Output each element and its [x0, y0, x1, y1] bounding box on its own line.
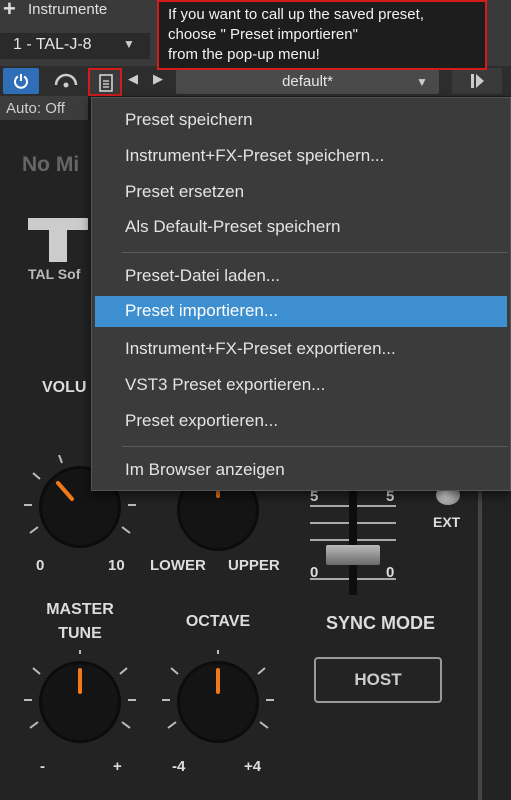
arrow-right-bar-icon — [471, 74, 484, 88]
preset-context-menu: Preset speichern Instrument+FX-Preset sp… — [91, 97, 511, 491]
menu-item-export-vst3-preset[interactable]: VST3 Preset exportieren... — [95, 370, 507, 401]
preset-name: default* — [282, 73, 333, 90]
upper-label: UPPER — [228, 557, 280, 574]
master-tune-min: - — [40, 758, 45, 775]
menu-item-label: VST3 Preset exportieren... — [125, 375, 326, 394]
menu-item-label: Im Browser anzeigen — [125, 460, 285, 479]
volume-min: 0 — [36, 557, 45, 574]
slider-track — [349, 490, 357, 595]
menu-item-label: Als Default-Preset speichern — [125, 217, 341, 236]
menu-separator — [122, 252, 508, 253]
menu-item-save-default-preset[interactable]: Als Default-Preset speichern — [95, 212, 507, 243]
host-label: HOST — [354, 670, 402, 689]
sidechain-icon — [54, 73, 78, 88]
menu-item-show-in-browser[interactable]: Im Browser anzeigen — [95, 455, 507, 486]
instrument-name: 1 - TAL-J-8 — [13, 36, 92, 53]
octave-max: +4 — [244, 758, 262, 775]
panel-divider — [478, 490, 482, 800]
menu-item-label: Preset speichern — [125, 110, 253, 129]
menu-item-import-preset[interactable]: Preset importieren... — [95, 296, 507, 327]
menu-item-export-instrument-fx-preset[interactable]: Instrument+FX-Preset exportieren... — [95, 334, 507, 365]
menu-item-label: Preset importieren... — [125, 301, 279, 320]
tal-logo — [28, 218, 88, 262]
tune-label: TUNE — [58, 625, 102, 642]
menu-item-export-preset[interactable]: Preset exportieren... — [95, 406, 507, 437]
power-icon — [14, 74, 28, 89]
octave-knob[interactable] — [162, 650, 274, 750]
menu-item-replace-preset[interactable]: Preset ersetzen — [95, 177, 507, 208]
master-tune-knob[interactable] — [24, 650, 136, 750]
instruments-label: Instrumente — [28, 1, 108, 18]
document-icon — [99, 74, 113, 92]
slider-scale-bottom-left: 0 — [310, 564, 319, 581]
lower-label: LOWER — [150, 557, 206, 574]
tooltip-line: choose " Preset importieren" — [168, 26, 358, 43]
ext-label: EXT — [433, 514, 461, 530]
instruction-tooltip: If you want to call up the saved preset,… — [157, 0, 487, 70]
master-tune-max: + — [113, 758, 122, 775]
preset-menu-button[interactable] — [88, 68, 122, 96]
sidechain-button[interactable] — [48, 68, 84, 94]
menu-item-label: Preset ersetzen — [125, 182, 245, 201]
menu-item-label: Preset exportieren... — [125, 411, 279, 430]
expand-button[interactable] — [452, 68, 502, 94]
menu-separator — [122, 446, 508, 447]
chevron-down-icon[interactable]: ▼ — [123, 37, 135, 51]
menu-item-label: Instrument+FX-Preset speichern... — [125, 146, 385, 165]
preset-selector[interactable]: default* ▼ — [176, 70, 439, 94]
tooltip-line: If you want to call up the saved preset, — [168, 6, 424, 23]
menu-item-load-preset-file[interactable]: Preset-Datei laden... — [95, 261, 507, 292]
power-button[interactable] — [3, 68, 39, 94]
menu-item-label: Preset-Datei laden... — [125, 266, 280, 285]
add-instrument-icon[interactable]: + — [3, 0, 16, 22]
midi-status-text: No Mi — [22, 153, 80, 176]
octave-label: OCTAVE — [185, 613, 251, 630]
brand-text: TAL Sof — [28, 266, 81, 282]
tooltip-line: from the pop-up menu! — [168, 46, 320, 63]
master-label: MASTER — [46, 601, 114, 618]
host-sync-button[interactable]: HOST — [314, 657, 442, 703]
volume-label: VOLU — [42, 379, 87, 396]
sync-mode-label: SYNC MODE — [326, 613, 436, 633]
slider-scale-bottom-right: 0 — [386, 564, 395, 581]
menu-item-save-preset[interactable]: Preset speichern — [95, 105, 507, 136]
slider-handle[interactable] — [326, 545, 380, 565]
volume-max: 10 — [108, 557, 125, 574]
octave-min: -4 — [172, 758, 186, 775]
next-preset-icon[interactable]: ▶ — [153, 71, 163, 87]
chevron-down-icon: ▼ — [416, 75, 428, 89]
prev-preset-icon[interactable]: ◀ — [128, 71, 138, 87]
automation-label: Auto: Off — [6, 100, 65, 117]
menu-item-save-instrument-fx-preset[interactable]: Instrument+FX-Preset speichern... — [95, 141, 507, 172]
menu-item-label: Instrument+FX-Preset exportieren... — [125, 339, 396, 358]
